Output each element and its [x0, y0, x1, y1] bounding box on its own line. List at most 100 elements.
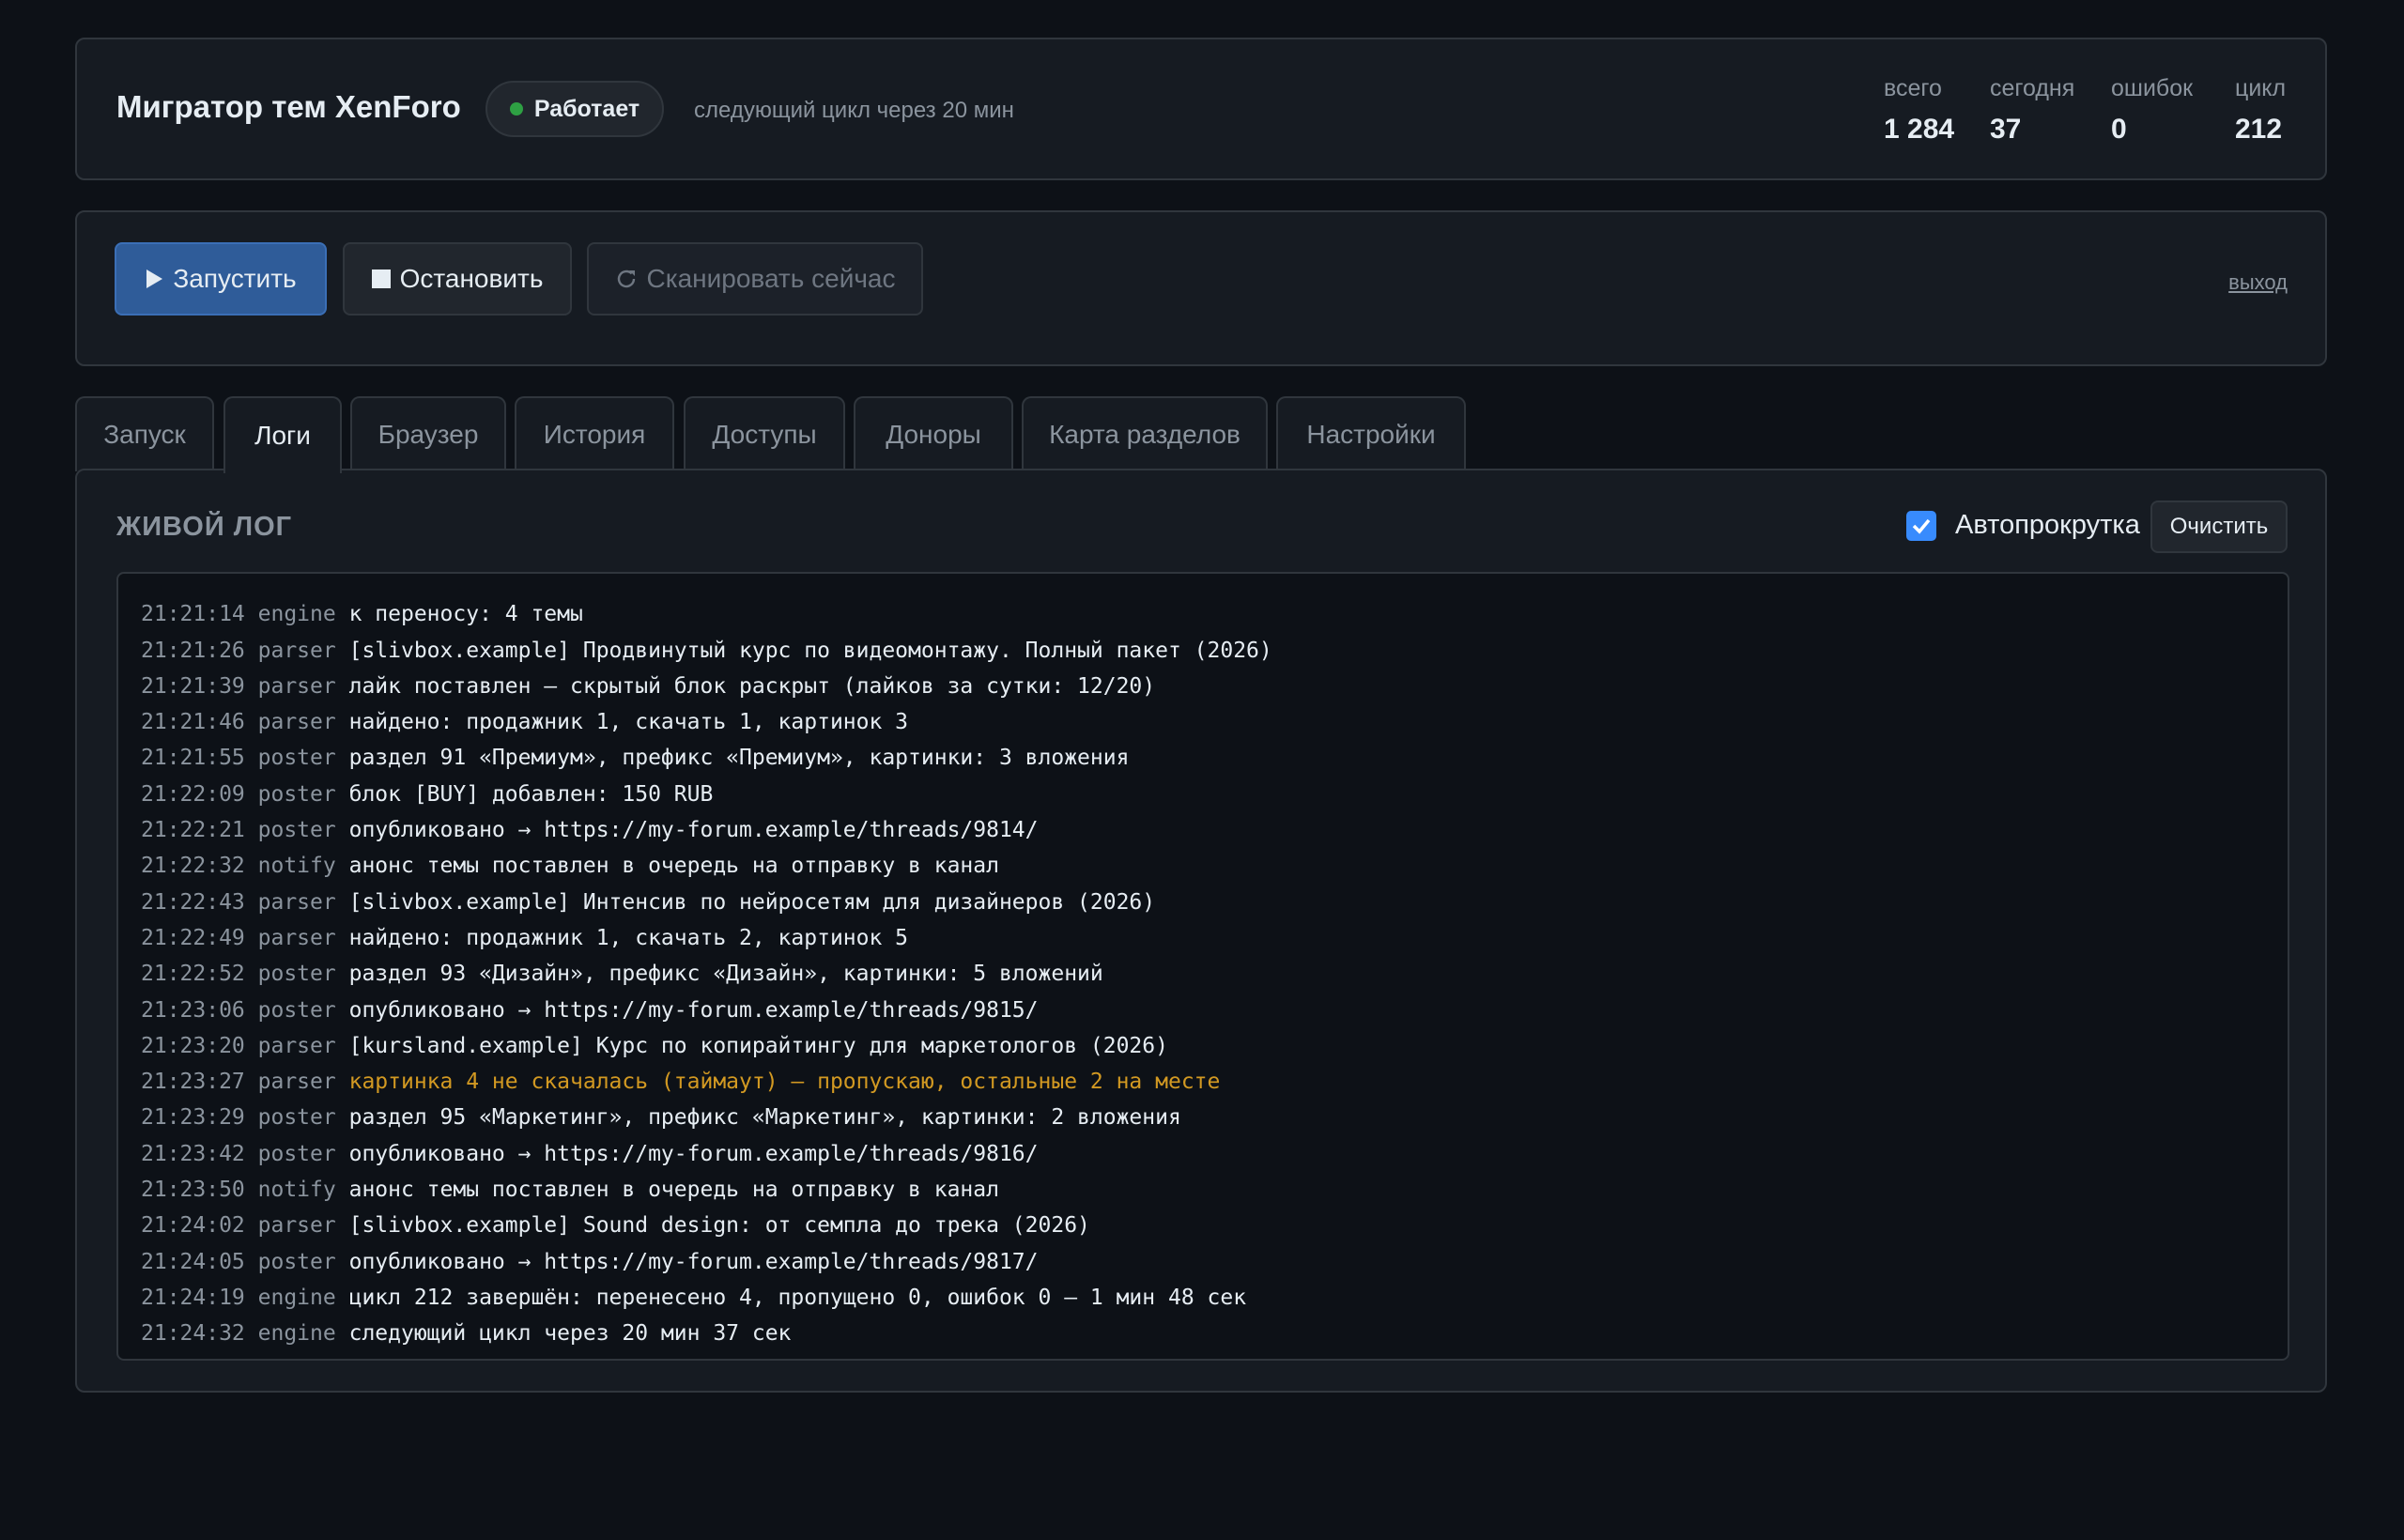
log-line: 21:21:46 parser найдено: продажник 1, ск… — [141, 704, 1272, 740]
stat-value: 212 — [2235, 114, 2283, 145]
log-line: 21:24:32 engine следующий цикл через 20 … — [141, 1316, 1272, 1351]
log-line: 21:22:52 poster раздел 93 «Дизайн», преф… — [141, 956, 1272, 992]
stop-button[interactable]: Остановить — [343, 242, 572, 316]
log-source: poster — [257, 962, 336, 987]
tab-settings[interactable]: Настройки — [1276, 396, 1466, 471]
stop-icon — [371, 270, 391, 288]
play-icon — [146, 270, 163, 288]
log-time: 21:23:42 — [141, 1141, 245, 1166]
tab-section-map[interactable]: Карта разделов — [1022, 396, 1268, 471]
log-message: следующий цикл через 20 мин 37 сек — [348, 1321, 792, 1347]
log-message: опубликовано → https://my-forum.example/… — [348, 818, 1039, 843]
log-source: poster — [257, 746, 336, 771]
log-source: poster — [257, 1249, 336, 1274]
stat-total: всего 1 284 — [1884, 75, 1990, 146]
log-source: poster — [257, 1141, 336, 1166]
log-time: 21:21:26 — [141, 638, 245, 663]
logout-link[interactable]: выход — [2228, 270, 2288, 295]
log-source: poster — [257, 1105, 336, 1131]
stat-errors: ошибок 0 — [2111, 75, 2235, 146]
log-lines: 21:21:14 engine к переносу: 4 темы 21:21:… — [141, 574, 1272, 1352]
log-source: parser — [257, 925, 336, 950]
log-source: parser — [257, 710, 336, 735]
log-line: 21:21:39 parser лайк поставлен — скрытый… — [141, 669, 1272, 704]
log-message: лайк поставлен — скрытый блок раскрыт (л… — [348, 673, 1156, 699]
run-button[interactable]: Запустить — [115, 242, 327, 316]
log-source: poster — [257, 781, 336, 807]
log-time: 21:22:21 — [141, 818, 245, 843]
autoscroll-toggle[interactable]: Автопрокрутка — [1906, 510, 2140, 541]
log-time: 21:22:49 — [141, 925, 245, 950]
log-line: 21:23:06 poster опубликовано → https://m… — [141, 993, 1272, 1028]
log-time: 21:22:43 — [141, 889, 245, 915]
status-label: Работает — [533, 95, 640, 122]
stat-label: всего — [1884, 75, 1942, 101]
log-time: 21:23:20 — [141, 1033, 245, 1058]
clear-log-button[interactable]: Очистить — [2150, 500, 2288, 553]
status-badge: Работает — [485, 81, 664, 137]
log-line: 21:24:02 parser [slivbox.example] Sound … — [141, 1208, 1272, 1243]
log-line: 21:22:09 poster блок [BUY] добавлен: 150… — [141, 777, 1272, 812]
log-line: 21:22:32 notify анонс темы поставлен в о… — [141, 848, 1272, 884]
log-heading: ЖИВОЙ ЛОГ — [116, 512, 293, 542]
log-line: 21:23:29 poster раздел 95 «Маркетинг», п… — [141, 1100, 1272, 1135]
tab-history[interactable]: История — [515, 396, 674, 471]
log-message: опубликовано → https://my-forum.example/… — [348, 997, 1039, 1023]
log-time: 21:24:32 — [141, 1321, 245, 1347]
log-time: 21:21:55 — [141, 746, 245, 771]
autoscroll-checkbox[interactable] — [1906, 510, 1936, 541]
log-message: [slivbox.example] Интенсив по нейросетям… — [348, 889, 1156, 915]
log-source: parser — [257, 1033, 336, 1058]
log-line: 21:24:19 engine цикл 212 завершён: перен… — [141, 1280, 1272, 1316]
log-time: 21:23:29 — [141, 1105, 245, 1131]
stat-label: цикл — [2235, 75, 2287, 101]
log-source: engine — [257, 1321, 336, 1347]
log-message: раздел 95 «Маркетинг», префикс «Маркетин… — [348, 1105, 1181, 1131]
tab-logs[interactable]: Логи — [223, 396, 342, 473]
stat-today: сегодня 37 — [1990, 75, 2111, 146]
tab-browser[interactable]: Браузер — [350, 396, 506, 471]
log-source: poster — [257, 818, 336, 843]
tab-zapusk[interactable]: Запуск — [75, 396, 214, 471]
log-line: 21:23:20 parser [kursland.example] Курс … — [141, 1028, 1272, 1064]
log-line: 21:23:27 parser картинка 4 не скачалась … — [141, 1064, 1272, 1100]
log-message: раздел 93 «Дизайн», префикс «Дизайн», ка… — [348, 962, 1103, 987]
log-time: 21:21:39 — [141, 673, 245, 699]
stats-group: всего 1 284 сегодня 37 ошибок 0 цикл 212 — [1884, 75, 2288, 146]
stop-button-label: Остановить — [399, 264, 544, 293]
tab-access[interactable]: Доступы — [684, 396, 845, 471]
log-source: parser — [257, 638, 336, 663]
log-message: цикл 212 завершён: перенесено 4, пропуще… — [348, 1285, 1247, 1310]
log-time: 21:22:52 — [141, 962, 245, 987]
log-line: 21:24:05 poster опубликовано → https://m… — [141, 1244, 1272, 1280]
stat-value: 37 — [1990, 114, 2022, 145]
next-cycle-text: следующий цикл через 20 мин — [694, 98, 1014, 123]
log-line: 21:21:14 engine к переносу: 4 темы — [141, 596, 1272, 632]
log-time: 21:23:06 — [141, 997, 245, 1023]
stat-label: сегодня — [1990, 75, 2075, 101]
log-message: [slivbox.example] Sound design: от семпл… — [348, 1213, 1090, 1239]
scan-now-button[interactable]: Сканировать сейчас — [587, 242, 923, 316]
log-output[interactable]: 21:21:14 engine к переносу: 4 темы 21:21:… — [116, 572, 2289, 1361]
tab-donors[interactable]: Доноры — [854, 396, 1013, 471]
log-time: 21:23:27 — [141, 1070, 245, 1095]
stat-value: 1 284 — [1884, 114, 1955, 145]
log-message: опубликовано → https://my-forum.example/… — [348, 1141, 1039, 1166]
log-time: 21:23:50 — [141, 1178, 245, 1203]
log-message: блок [BUY] добавлен: 150 RUB — [348, 781, 714, 807]
log-source: notify — [257, 854, 336, 879]
log-line: 21:21:55 poster раздел 91 «Премиум», пре… — [141, 740, 1272, 776]
log-source: parser — [257, 673, 336, 699]
log-line: 21:22:43 parser [slivbox.example] Интенс… — [141, 885, 1272, 920]
autoscroll-label: Автопрокрутка — [1955, 510, 2140, 540]
log-line: 21:23:50 notify анонс темы поставлен в о… — [141, 1172, 1272, 1208]
log-panel: ЖИВОЙ ЛОГ Автопрокрутка Очистить 21:21:1… — [75, 469, 2327, 1393]
log-message: [slivbox.example] Продвинутый курс по ви… — [348, 638, 1272, 663]
log-time: 21:24:05 — [141, 1249, 245, 1274]
app-title: Мигратор тем XenForo — [116, 89, 461, 124]
log-source: parser — [257, 1213, 336, 1239]
log-line: 21:23:42 poster опубликовано → https://m… — [141, 1136, 1272, 1172]
run-button-label: Запустить — [173, 264, 297, 293]
log-source: engine — [257, 1285, 336, 1310]
log-message: [kursland.example] Курс по копирайтингу … — [348, 1033, 1168, 1058]
